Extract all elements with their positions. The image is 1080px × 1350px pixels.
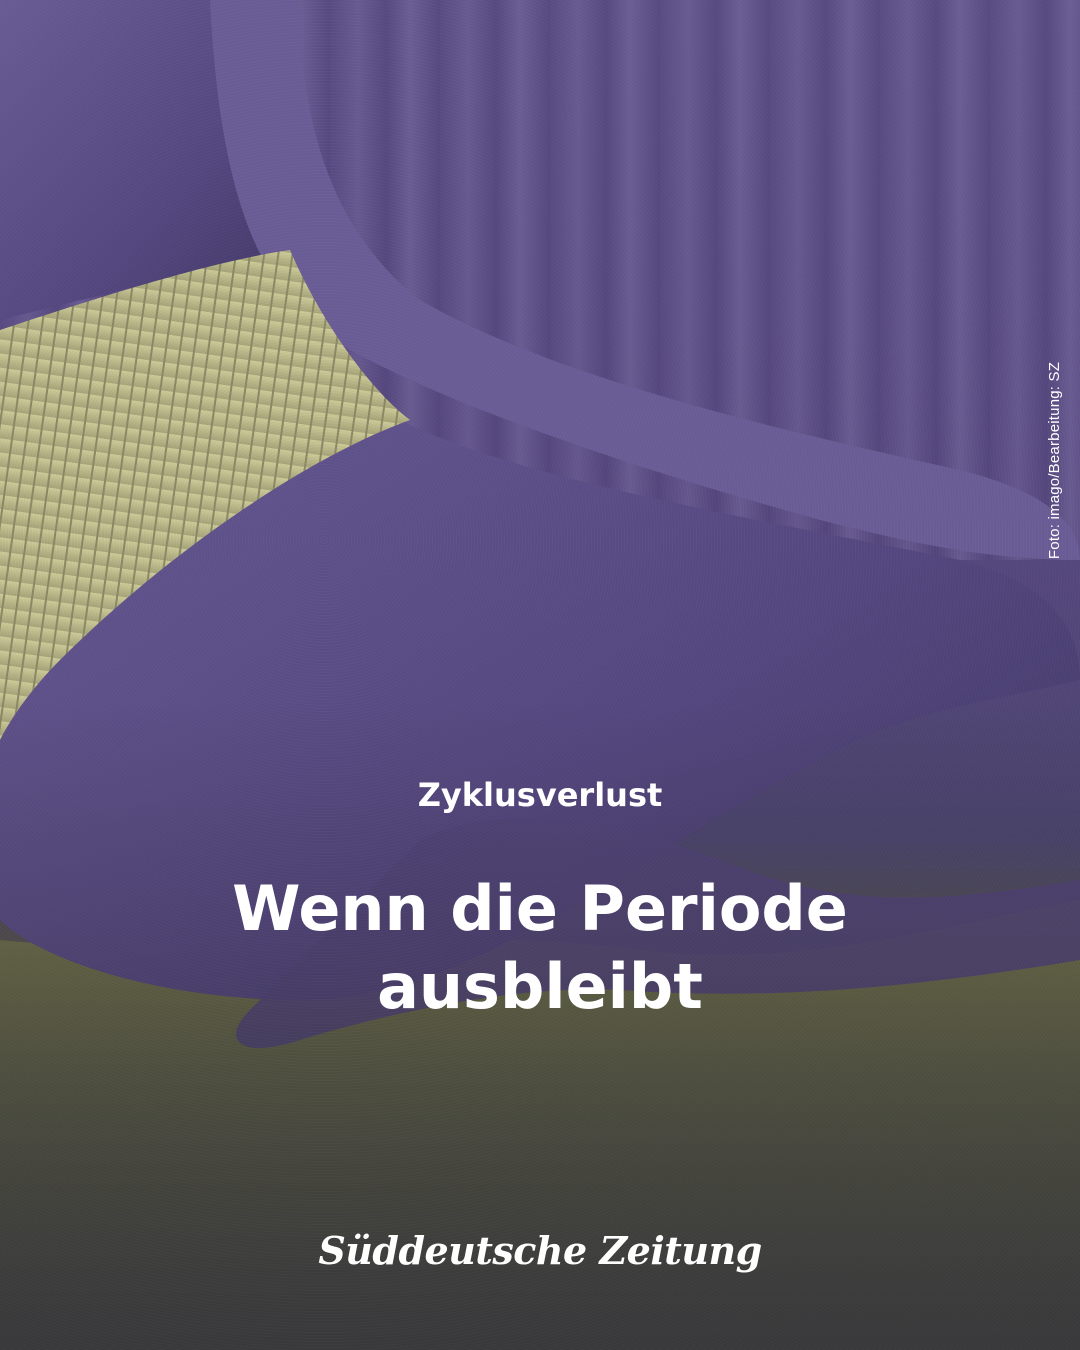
photo-credit-text: Foto: imago/Bearbeitung: SZ	[1046, 361, 1064, 559]
article-kicker: Zyklusverlust	[417, 776, 663, 814]
article-headline: Wenn die Periode ausbleibt	[232, 872, 848, 1023]
sueddeutsche-zeitung-logo: Süddeutsche Zeitung	[318, 1228, 762, 1273]
social-post-card: Foto: imago/Bearbeitung: SZ Zyklusverlus…	[0, 0, 1080, 1350]
photo-credit: Foto: imago/Bearbeitung: SZ	[1040, 340, 1070, 580]
